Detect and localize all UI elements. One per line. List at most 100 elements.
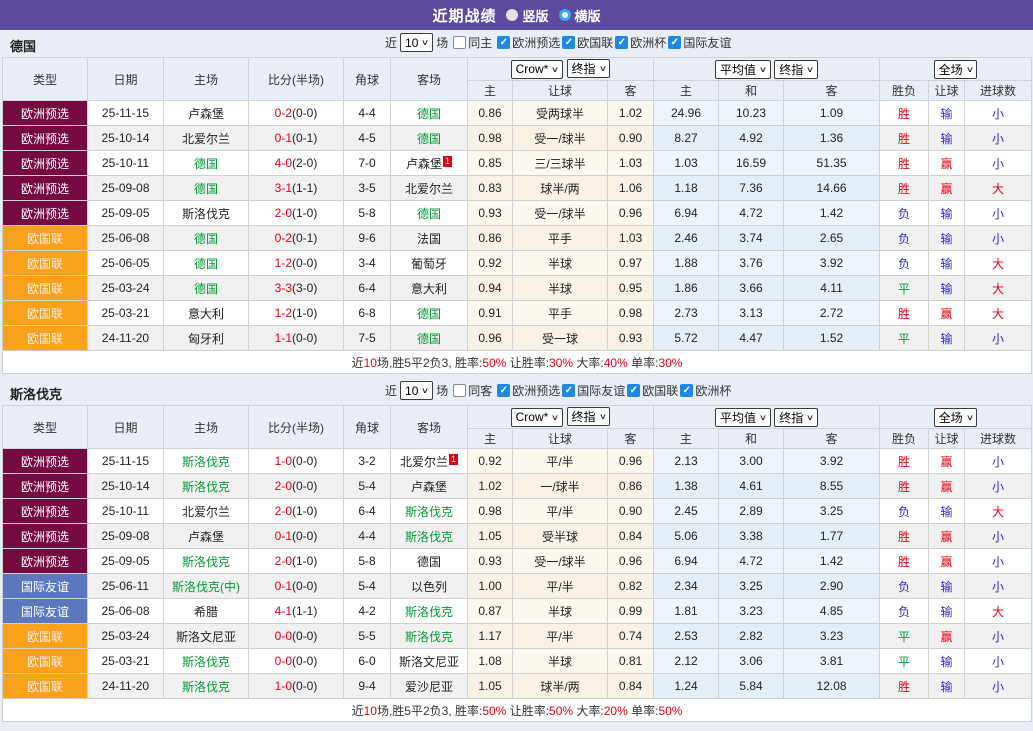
average-home-odds-cell: 1.81 xyxy=(654,599,719,624)
competition-badge: 欧洲预选 xyxy=(3,201,88,226)
corners-cell: 4-4 xyxy=(344,101,391,126)
table-row: 欧国联25-06-08德国0-2(0-1)9-6法国0.86平手1.032.46… xyxy=(3,226,1032,251)
radio-vertical-layout[interactable]: 竖版 xyxy=(506,6,548,25)
average-away-odds-cell: 2.72 xyxy=(784,301,880,326)
home-team-cell: 德国 xyxy=(164,276,249,301)
competition-filter[interactable]: ✓欧国联 xyxy=(562,34,613,51)
near-label: 近 xyxy=(385,382,397,399)
bookmaker-select[interactable]: Crow* ∨ xyxy=(511,60,564,79)
summary-text: 30% xyxy=(658,356,682,370)
score-cell: 1-1(0-0) xyxy=(249,326,344,351)
result-handicap-cell: 赢 xyxy=(929,449,965,474)
match-count-select[interactable]: 10 ∨ xyxy=(400,381,433,400)
avg-final-index-select-value: 终指 xyxy=(779,61,803,78)
bookmaker-select-value: Crow* xyxy=(516,62,549,76)
table-row: 国际友谊25-06-08希腊4-1(1-1)4-2斯洛伐克0.87半球0.991… xyxy=(3,599,1032,624)
handicap-cell: 平/半 xyxy=(513,574,608,599)
handicap-cell: 平手 xyxy=(513,226,608,251)
summary-text: 10 xyxy=(364,356,377,370)
competition-badge: 欧洲预选 xyxy=(3,524,88,549)
chevron-down-icon: ∨ xyxy=(806,65,814,74)
half-time-score: (2-0) xyxy=(292,156,317,170)
home-team-cell: 斯洛伐克 xyxy=(164,474,249,499)
col-header-goals: 进球数 xyxy=(965,429,1032,449)
match-count-select[interactable]: 10 ∨ xyxy=(400,33,433,52)
full-match-header-group: 全场 ∨ xyxy=(880,406,1032,429)
table-row: 欧国联25-03-24德国3-3(3-0)6-4意大利0.94半球0.951.8… xyxy=(3,276,1032,301)
checkbox-checked-icon: ✓ xyxy=(562,384,575,397)
full-time-score: 0-2 xyxy=(275,231,292,245)
away-team-name: 德国 xyxy=(417,555,441,569)
average-draw-odds-cell: 3.74 xyxy=(719,226,784,251)
average-select-value: 平均值 xyxy=(720,61,756,78)
bookmaker-away-odds-cell: 0.84 xyxy=(608,674,654,699)
avg-final-index-select[interactable]: 终指 ∨ xyxy=(774,408,818,427)
half-time-score: (3-0) xyxy=(292,281,317,295)
away-team-cell: 德国 xyxy=(391,126,468,151)
result-handicap-cell: 输 xyxy=(929,226,965,251)
half-time-score: (0-0) xyxy=(292,629,317,643)
competition-filter[interactable]: ✓欧洲预选 xyxy=(497,382,560,399)
team-section: 斯洛伐克 近 10 ∨ 场 同客 ✓欧洲预选✓国际友谊✓欧国联✓欧洲杯 xyxy=(0,378,1033,722)
competition-filter[interactable]: ✓国际友谊 xyxy=(668,34,731,51)
avg-final-index-select[interactable]: 终指 ∨ xyxy=(774,60,818,79)
average-away-odds-cell: 12.08 xyxy=(784,674,880,699)
corners-cell: 9-6 xyxy=(344,226,391,251)
competition-filter[interactable]: ✓欧洲杯 xyxy=(615,34,666,51)
col-header-avg-away: 客 xyxy=(784,81,880,101)
home-team-name: 北爱尔兰 xyxy=(182,132,230,146)
result-wdl-cell: 胜 xyxy=(880,674,929,699)
average-away-odds-cell: 1.36 xyxy=(784,126,880,151)
competition-filter[interactable]: ✓欧国联 xyxy=(627,382,678,399)
result-handicap-cell: 输 xyxy=(929,574,965,599)
same-venue-filter[interactable]: 同主 xyxy=(453,34,492,51)
chevron-down-icon: ∨ xyxy=(806,413,814,422)
full-time-score: 0-0 xyxy=(275,629,292,643)
average-draw-odds-cell: 2.89 xyxy=(719,499,784,524)
radio-horizontal-layout[interactable]: 横版 xyxy=(559,6,601,25)
bookmaker-select[interactable]: Crow* ∨ xyxy=(511,408,564,427)
average-away-odds-cell: 2.90 xyxy=(784,574,880,599)
same-venue-filter[interactable]: 同客 xyxy=(453,382,492,399)
checkbox-checked-icon: ✓ xyxy=(562,36,575,49)
final-index-select[interactable]: 终指 ∨ xyxy=(567,407,611,426)
titlebar: 近期战绩 竖版 横版 xyxy=(0,0,1033,30)
score-cell: 0-0(0-0) xyxy=(249,624,344,649)
half-time-score: (0-0) xyxy=(292,679,317,693)
result-handicap-cell: 输 xyxy=(929,599,965,624)
home-team-name: 斯洛伐克 xyxy=(182,207,230,221)
competition-filter[interactable]: ✓国际友谊 xyxy=(562,382,625,399)
result-goals-cell: 小 xyxy=(965,474,1032,499)
away-team-name: 爱沙尼亚 xyxy=(405,680,453,694)
competition-filter[interactable]: ✓欧洲预选 xyxy=(497,34,560,51)
average-select[interactable]: 平均值 ∨ xyxy=(715,60,771,79)
date-cell: 25-09-08 xyxy=(88,524,164,549)
bookmaker-home-odds-cell: 0.98 xyxy=(468,126,513,151)
result-wdl-cell: 胜 xyxy=(880,449,929,474)
final-index-select[interactable]: 终指 ∨ xyxy=(567,59,611,78)
full-match-select[interactable]: 全场 ∨ xyxy=(934,60,978,79)
away-team-name: 德国 xyxy=(417,307,441,321)
half-time-score: (1-0) xyxy=(292,306,317,320)
summary-text: 场,胜5平2负3, 胜率: xyxy=(377,704,482,718)
bookmaker-home-odds-cell: 1.05 xyxy=(468,674,513,699)
average-select[interactable]: 平均值 ∨ xyxy=(715,408,771,427)
average-home-odds-cell: 2.53 xyxy=(654,624,719,649)
checkbox-unchecked-icon xyxy=(453,36,466,49)
corners-cell: 5-5 xyxy=(344,624,391,649)
chevron-down-icon: ∨ xyxy=(598,64,606,73)
home-team-name: 德国 xyxy=(194,282,218,296)
bookmaker-home-odds-cell: 0.86 xyxy=(468,101,513,126)
radio-horizontal-label: 横版 xyxy=(575,6,601,25)
result-goals-cell: 小 xyxy=(965,101,1032,126)
result-goals-cell: 小 xyxy=(965,674,1032,699)
results-table: 类型 日期 主场 比分(半场) 角球 客场 Crow* ∨ 终指 ∨ xyxy=(2,57,1032,374)
competition-filter[interactable]: ✓欧洲杯 xyxy=(680,382,731,399)
full-match-select[interactable]: 全场 ∨ xyxy=(934,408,978,427)
handicap-cell: 球半/两 xyxy=(513,674,608,699)
average-draw-odds-cell: 5.84 xyxy=(719,674,784,699)
result-goals-cell: 小 xyxy=(965,624,1032,649)
summary-text: 20% xyxy=(604,704,628,718)
summary-row: 近10场,胜5平2负3, 胜率:50% 让胜率:30% 大率:40% 单率:30… xyxy=(3,351,1032,374)
half-time-score: (1-1) xyxy=(292,181,317,195)
